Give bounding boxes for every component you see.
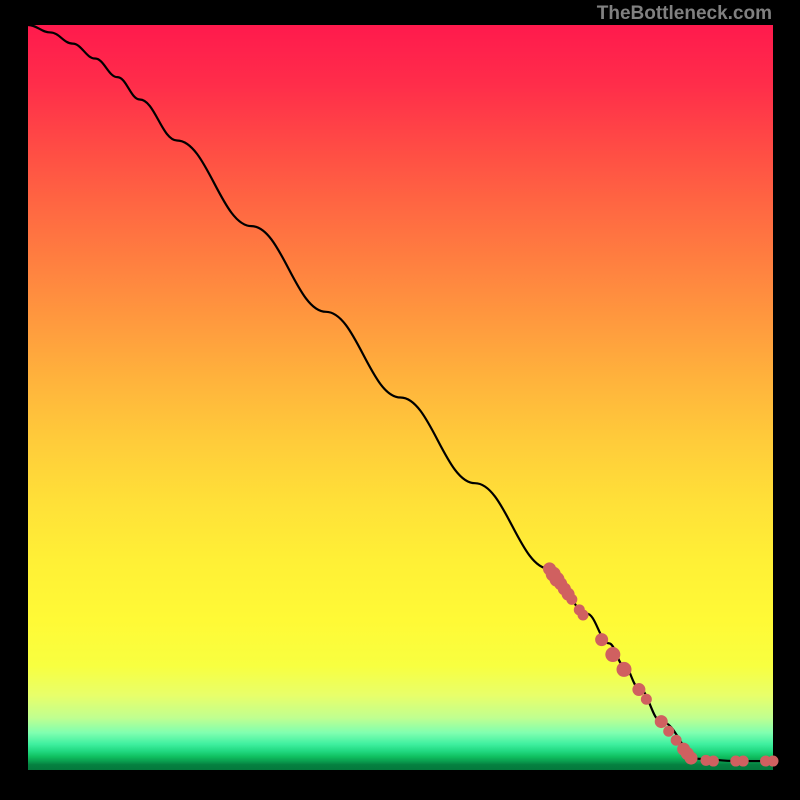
watermark-text: TheBottleneck.com — [597, 3, 772, 25]
chart-stage: TheBottleneck.com — [0, 0, 800, 800]
plot-area — [28, 25, 773, 770]
